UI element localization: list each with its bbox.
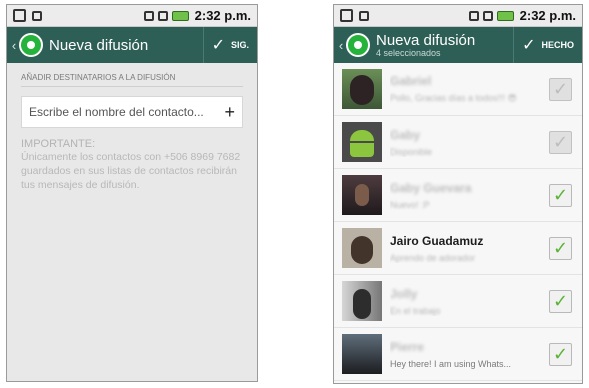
avatar	[342, 228, 382, 268]
whatsapp-logo-icon[interactable]	[346, 33, 370, 57]
page-title: Nueva difusión	[376, 32, 476, 49]
contact-row[interactable]: Jairo Guadamuz Aprendo de adorador ✓	[334, 222, 582, 275]
network-icon	[143, 10, 154, 21]
status-time: 2:32 p.m.	[519, 8, 576, 23]
selection-checkbox[interactable]: ✓	[549, 130, 572, 154]
contact-info: Gabriel Pollo, Gracias días a todos!!! 😎	[390, 74, 548, 104]
broadcast-form: AÑADIR DESTINATARIOS A LA DIFUSIÓN + IMP…	[7, 63, 257, 202]
contact-info: Gaby Guevara Nuevo! :P	[390, 181, 548, 210]
contact-row[interactable]: Gaby Guevara Nuevo! :P ✓	[334, 169, 582, 222]
signal-icon	[482, 10, 493, 21]
contact-name: Jairo Guadamuz	[390, 233, 484, 248]
important-notice-title: IMPORTANTE:	[21, 138, 96, 150]
status-icons-right: 2:32 p.m.	[143, 8, 251, 23]
selected-count: 4 seleccionados	[376, 48, 441, 58]
page-title: Nueva difusión	[49, 36, 149, 54]
contact-status: En el trabajo	[390, 305, 441, 316]
check-icon: ✓	[211, 37, 225, 54]
contact-info: Gaby Disponible	[390, 128, 548, 157]
contact-status: Hey there! I am using Whats...	[390, 358, 512, 369]
chevron-left-icon[interactable]: ‹	[9, 38, 19, 53]
avatar	[342, 175, 382, 215]
contact-row[interactable]: Jolly En el trabajo ✓	[334, 275, 582, 328]
done-label: HECHO	[541, 40, 574, 50]
title-block: Nueva difusión 4 seleccionados	[376, 32, 475, 58]
notification-icon	[32, 10, 42, 21]
avatar	[342, 281, 382, 321]
avatar	[342, 69, 382, 109]
contact-list: Gabriel Pollo, Gracias días a todos!!! 😎…	[334, 63, 582, 381]
signal-icon	[157, 10, 168, 21]
status-icons-left	[340, 9, 369, 22]
contact-name: Gabriel	[390, 74, 432, 88]
recipients-section-label: AÑADIR DESTINATARIOS A LA DIFUSIÓN	[21, 73, 243, 87]
contact-name: Pierre	[390, 339, 425, 354]
contact-status: Aprendo de adorador	[390, 252, 476, 263]
contact-row[interactable]: Gabriel Pollo, Gracias días a todos!!! 😎…	[334, 63, 582, 116]
action-bar: ‹ Nueva difusión ✓ SIG.	[7, 27, 257, 63]
next-label: SIG.	[230, 40, 249, 50]
status-time: 2:32 p.m.	[194, 8, 251, 23]
network-icon	[468, 10, 479, 21]
android-avatar-icon	[342, 122, 382, 162]
selection-checkbox[interactable]: ✓	[549, 183, 572, 207]
contact-row[interactable]: Gaby Disponible ✓	[334, 116, 582, 169]
usb-icon	[340, 9, 353, 22]
contact-name: Gaby Guevara	[390, 180, 472, 195]
contact-row[interactable]: Pierre Hey there! I am using Whats... ✓	[334, 328, 582, 381]
contact-name: Jolly	[390, 286, 418, 301]
recipient-input-row[interactable]: +	[21, 96, 243, 128]
contact-info: Jolly En el trabajo	[390, 287, 548, 316]
action-bar: ‹ Nueva difusión 4 seleccionados ✓ HECHO	[334, 27, 582, 63]
contact-info: Pierre Hey there! I am using Whats...	[390, 340, 548, 369]
status-icons-left	[13, 9, 42, 22]
selection-checkbox[interactable]: ✓	[549, 236, 572, 260]
title-block: Nueva difusión	[49, 37, 148, 54]
contact-info: Jairo Guadamuz Aprendo de adorador	[390, 234, 548, 263]
battery-icon	[496, 10, 514, 21]
add-contact-icon[interactable]: +	[224, 102, 235, 123]
battery-icon	[171, 10, 189, 21]
chevron-left-icon[interactable]: ‹	[336, 38, 346, 53]
usb-icon	[13, 9, 26, 22]
avatar	[342, 334, 382, 374]
selection-checkbox[interactable]: ✓	[549, 289, 572, 313]
important-notice-text: Únicamente los contactos con +506 8969 7…	[21, 151, 241, 191]
left-phone-screen: 2:32 p.m. ‹ Nueva difusión ✓ SIG. AÑADIR…	[6, 4, 258, 382]
contact-status: Nuevo! :P	[390, 199, 430, 210]
status-bar: 2:32 p.m.	[7, 5, 257, 27]
status-bar: 2:32 p.m.	[334, 5, 582, 27]
whatsapp-logo-icon[interactable]	[19, 33, 43, 57]
contact-name: Gaby	[390, 127, 421, 142]
status-icons-right: 2:32 p.m.	[468, 8, 576, 23]
recipient-search-input[interactable]	[29, 105, 225, 119]
contact-status: Disponible	[390, 146, 433, 157]
notification-icon	[359, 10, 369, 21]
selection-checkbox[interactable]: ✓	[549, 77, 572, 101]
contact-status: Pollo, Gracias días a todos!!! 😎	[390, 93, 517, 103]
done-button[interactable]: ✓ HECHO	[513, 27, 582, 63]
selection-checkbox[interactable]: ✓	[549, 342, 572, 366]
check-icon: ✓	[522, 37, 536, 54]
next-button[interactable]: ✓ SIG.	[202, 27, 257, 63]
right-phone-screen: 2:32 p.m. ‹ Nueva difusión 4 seleccionad…	[333, 4, 583, 384]
